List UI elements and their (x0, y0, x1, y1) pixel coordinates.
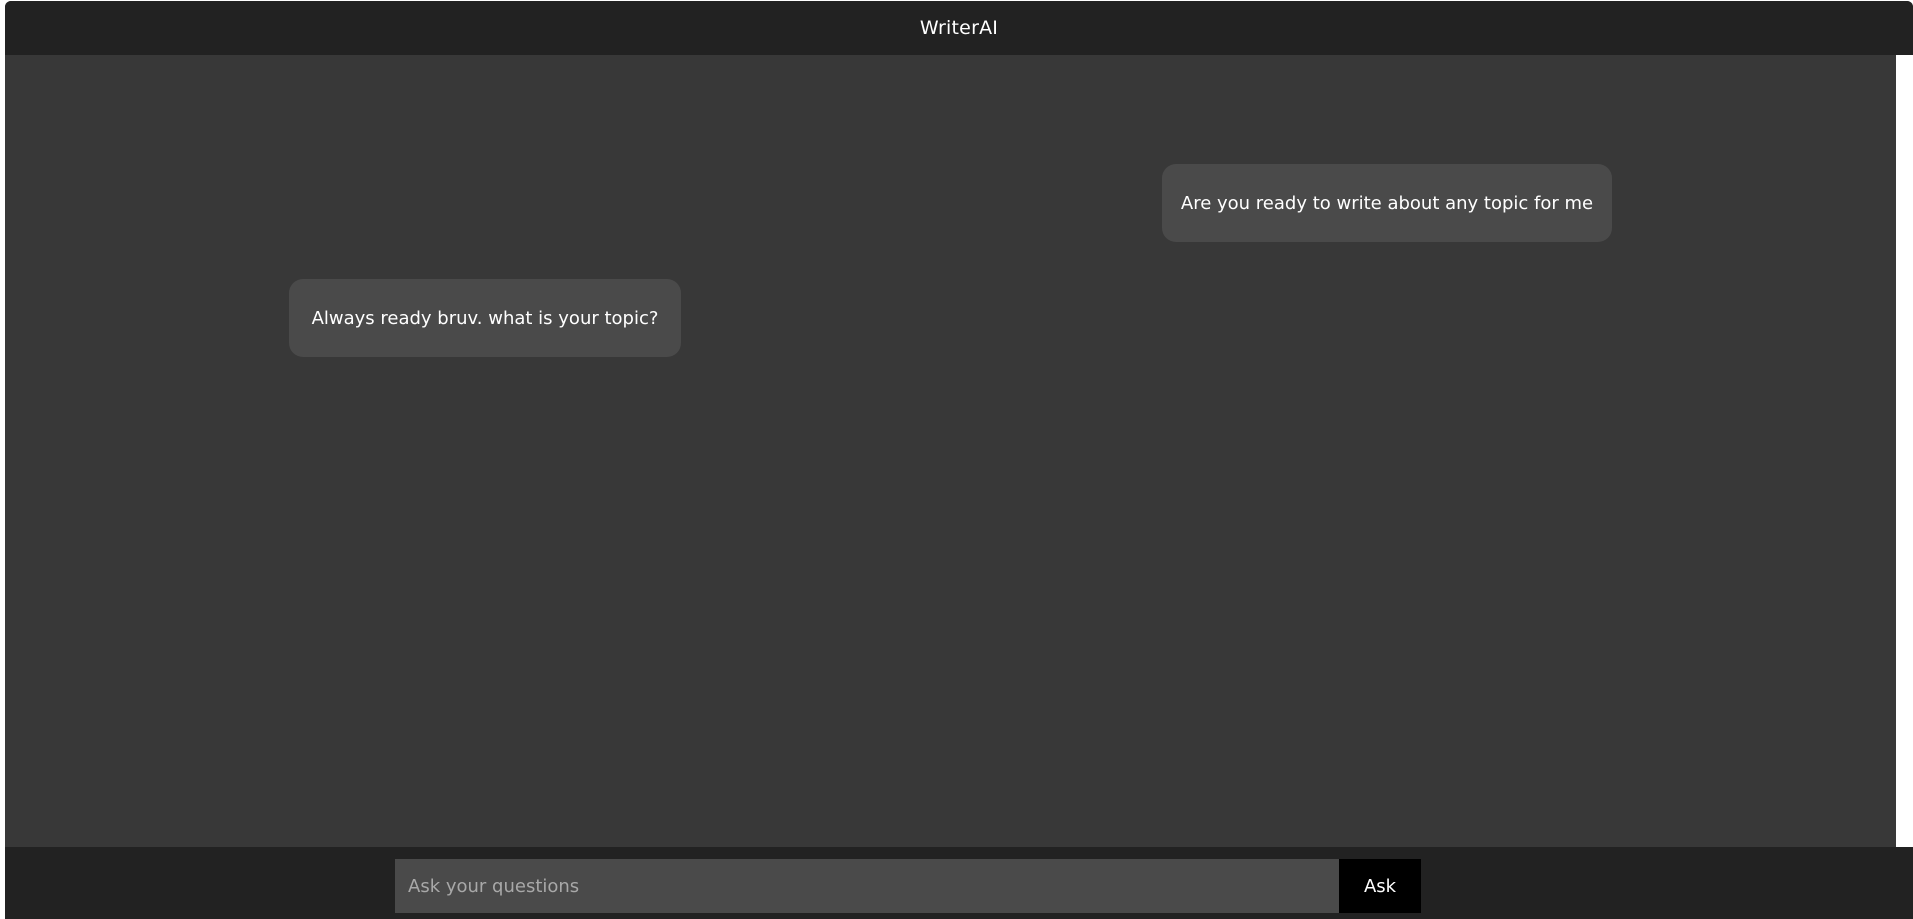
scroll-gutter (1896, 55, 1913, 847)
bot-message: Always ready bruv. what is your topic? (289, 279, 681, 357)
app-header: WriterAI (5, 1, 1913, 55)
user-message: Are you ready to write about any topic f… (1162, 164, 1612, 242)
app-title: WriterAI (919, 17, 999, 39)
user-message-text: Are you ready to write about any topic f… (1180, 192, 1594, 214)
chat-area[interactable]: Are you ready to write about any topic f… (5, 55, 1896, 847)
bot-message-text: Always ready bruv. what is your topic? (311, 307, 659, 329)
question-input[interactable] (395, 859, 1339, 913)
ask-button[interactable]: Ask (1339, 859, 1421, 913)
app-window: WriterAI Are you ready to write about an… (5, 1, 1913, 919)
composer-bar: Ask (5, 847, 1913, 919)
